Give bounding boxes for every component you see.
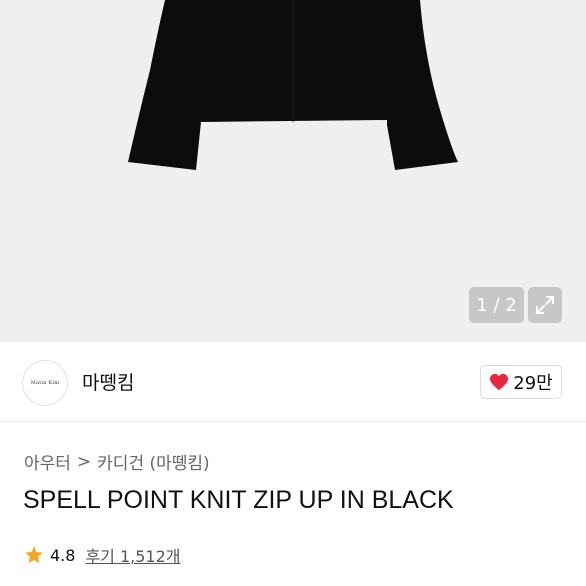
breadcrumb-separator: > xyxy=(76,451,92,472)
fullscreen-button[interactable] xyxy=(528,287,562,323)
rating-row: 4.8 후기 1,512개 xyxy=(24,543,181,567)
product-image-gallery[interactable]: 1 / 2 xyxy=(0,0,586,342)
rating-value: 4.8 xyxy=(50,545,76,565)
brand-logo[interactable]: Matin Kim xyxy=(22,360,68,406)
product-title: SPELL POINT KNIT ZIP UP IN BLACK xyxy=(23,486,454,514)
star-icon xyxy=(25,546,43,564)
image-counter: 1 / 2 xyxy=(469,287,524,323)
brand-name[interactable]: 마뗑킴 xyxy=(82,368,134,395)
like-button[interactable]: 29만 xyxy=(480,365,562,399)
expand-icon xyxy=(536,296,554,314)
like-count: 29만 xyxy=(513,373,553,394)
breadcrumb-cardigan[interactable]: 카디건 (마뗑킴) xyxy=(97,449,210,474)
heart-icon xyxy=(490,373,509,391)
breadcrumb: 아우터 > 카디건 (마뗑킴) xyxy=(24,449,210,475)
brand-row: Matin Kim 마뗑킴 29만 xyxy=(0,342,586,422)
reviews-link[interactable]: 후기 1,512개 xyxy=(85,543,180,567)
brand-logo-text: Matin Kim xyxy=(30,380,60,386)
breadcrumb-outer[interactable]: 아우터 xyxy=(24,449,71,474)
image-counter-text: 1 / 2 xyxy=(476,294,517,316)
